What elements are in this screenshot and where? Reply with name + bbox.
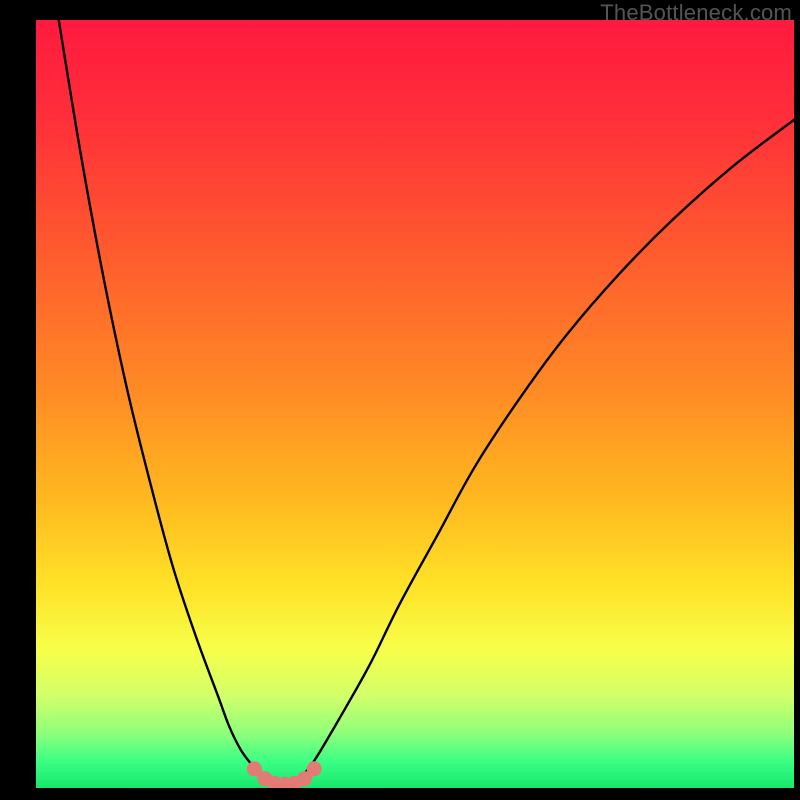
chart-frame: TheBottleneck.com bbox=[0, 0, 800, 800]
gradient-background bbox=[36, 20, 794, 788]
chart-svg bbox=[36, 20, 794, 788]
watermark-text: TheBottleneck.com bbox=[600, 0, 792, 26]
basin-marker-dot bbox=[307, 761, 322, 776]
plot-area bbox=[36, 20, 794, 788]
